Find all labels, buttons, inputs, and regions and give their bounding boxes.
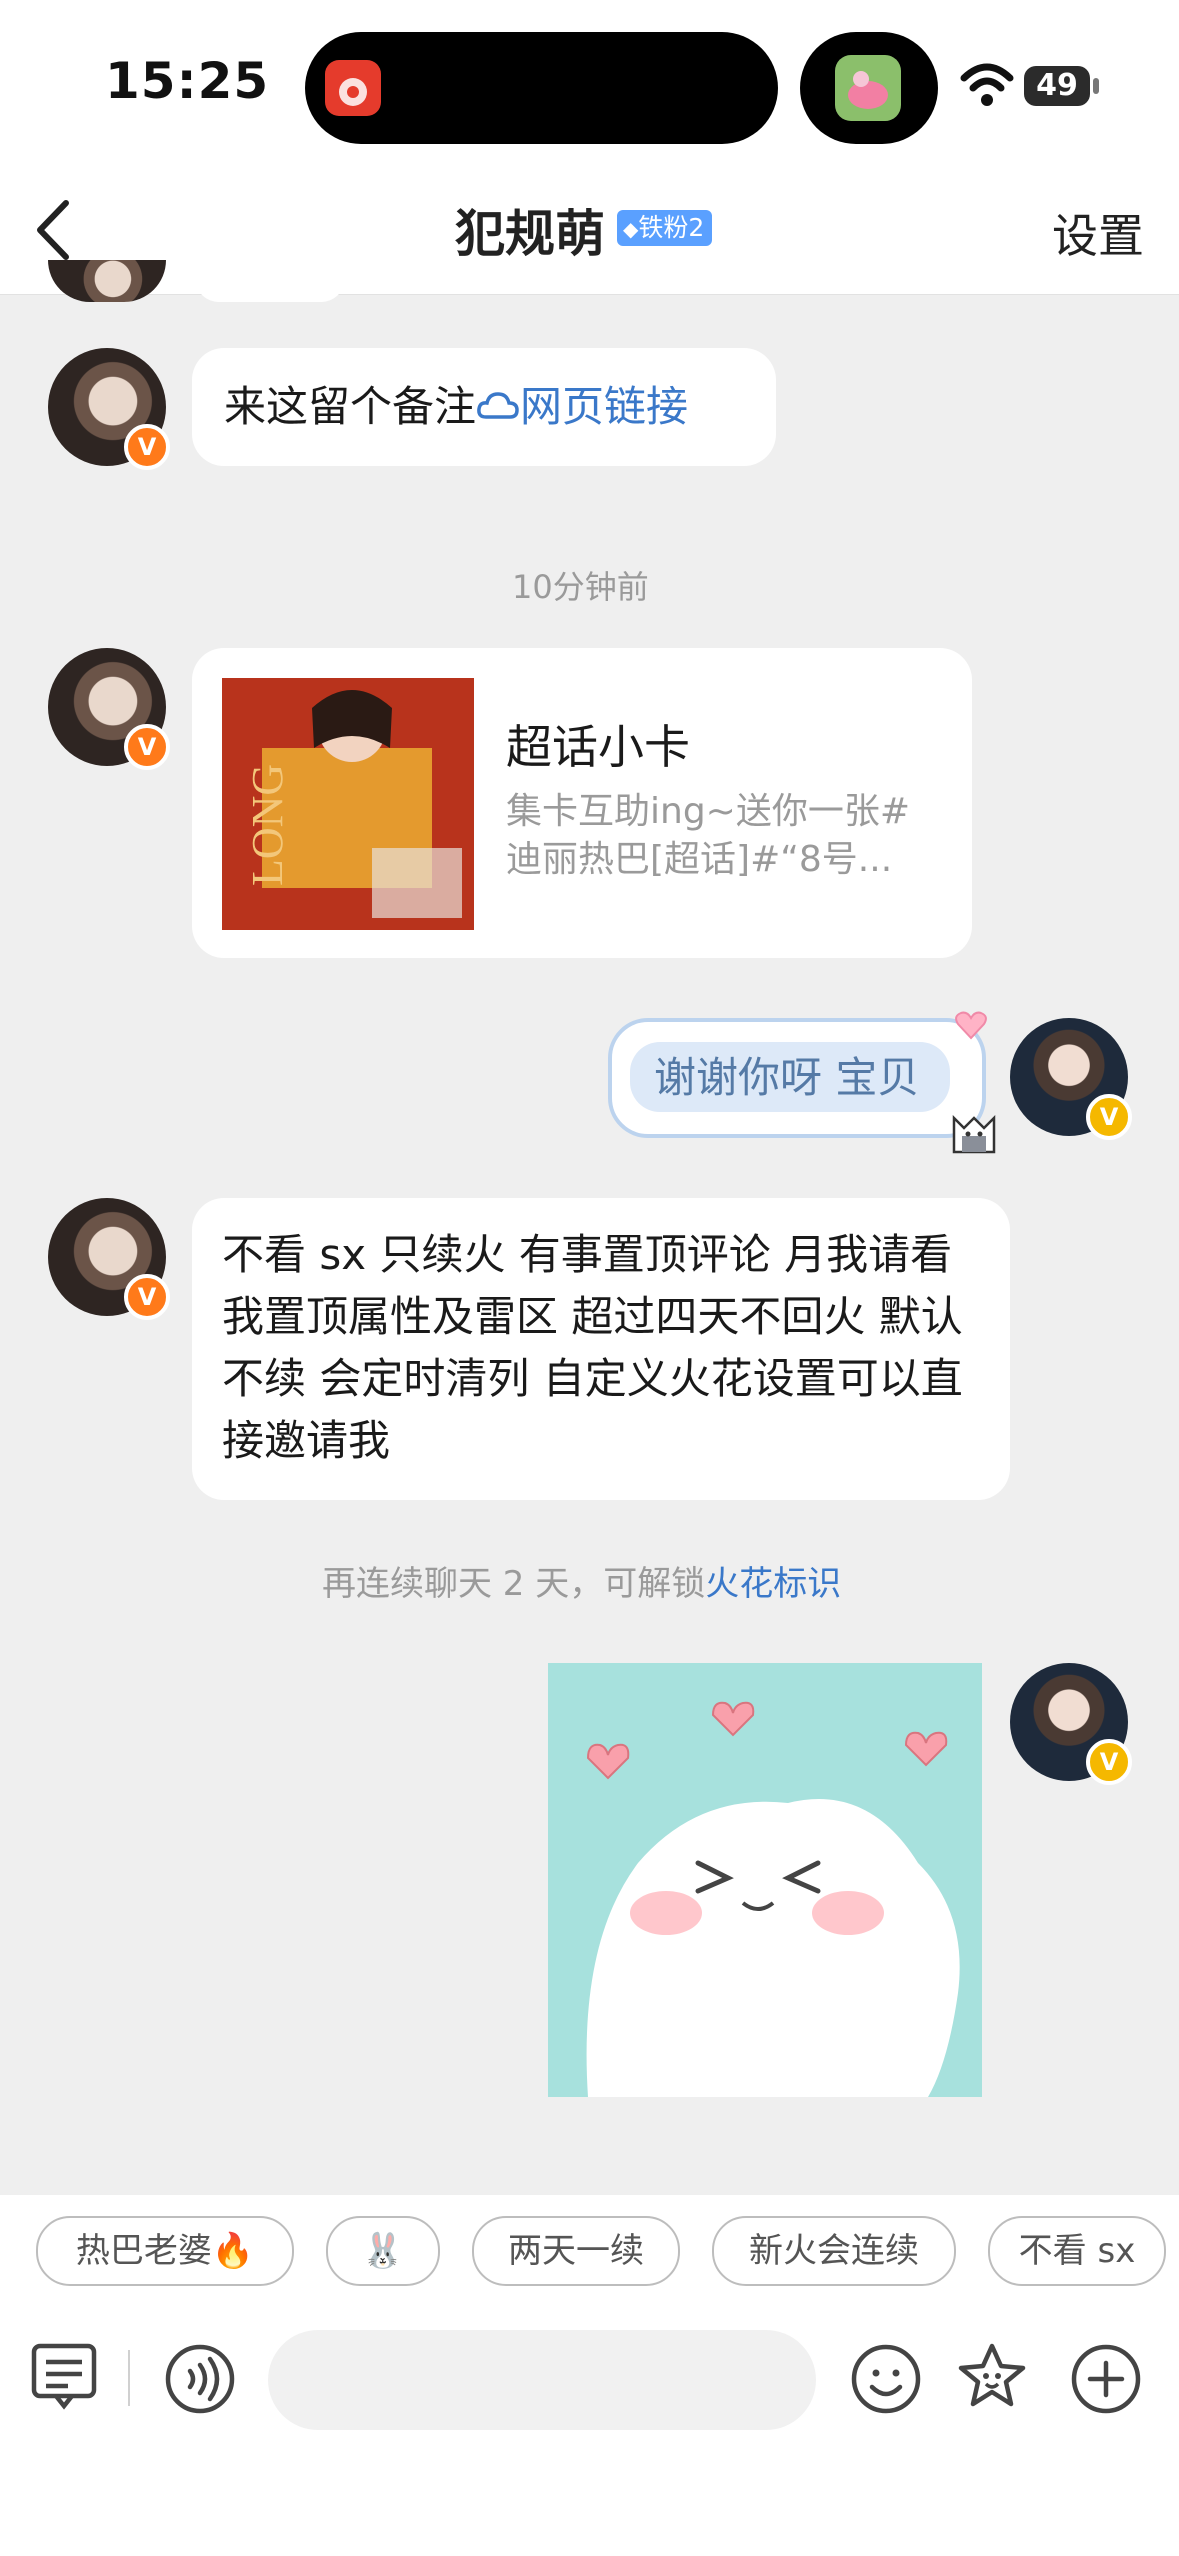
my-message-bubble[interactable]: 谢谢你呀 宝贝 (608, 1018, 986, 1138)
chevron-left-icon[interactable] (30, 195, 80, 265)
app-icon (325, 60, 381, 116)
cloud-link-icon (476, 382, 520, 431)
message-text: 来这留个备注 (224, 382, 477, 431)
card-description: 集卡互助ing~送你一张#迪丽热巴[超话]#“8号... (506, 791, 910, 880)
my-message-text: 谢谢你呀 宝贝 (654, 1053, 920, 1102)
quick-reply-chip[interactable]: 🐰 (326, 2216, 440, 2286)
app-icon-2 (835, 55, 901, 121)
verified-badge: V (1086, 1094, 1132, 1140)
quick-reply-chip[interactable]: 不看 sx (988, 2216, 1166, 2286)
sticker-icon[interactable] (956, 2340, 1028, 2412)
timestamp: 10分钟前 (512, 568, 649, 606)
verified-badge: V (124, 424, 170, 470)
divider (128, 2350, 130, 2406)
avatar[interactable] (48, 260, 166, 302)
wifi-icon (960, 60, 1014, 110)
status-time: 15:25 (105, 52, 270, 110)
svg-text:LONG: LONG (243, 764, 292, 886)
spark-notice: 再连续聊天 2 天，可解锁火花标识 (322, 1556, 841, 1605)
partial-message-bubble (195, 270, 345, 302)
web-link[interactable]: 网页链接 (520, 382, 688, 431)
message-bubble[interactable]: 不看 sx 只续火 有事置顶评论 月我请看我置顶属性及雷区 超过四天不回火 默认… (192, 1198, 1010, 1500)
page-title: 犯规萌 (455, 205, 605, 263)
diamond-icon: ◆ (623, 217, 639, 241)
plus-icon[interactable] (1070, 2343, 1142, 2415)
message-text: 不看 sx 只续火 有事置顶评论 月我请看我置顶属性及雷区 超过四天不回火 默认… (222, 1230, 963, 1465)
quick-reply-chip[interactable]: 两天一续 (472, 2216, 680, 2286)
list-icon[interactable] (28, 2340, 100, 2412)
quick-reply-chip[interactable]: 热巴老婆🔥 (36, 2216, 294, 2286)
card-image: LONG (222, 678, 474, 930)
fan-level-label: 铁粉2 (638, 213, 705, 242)
verified-badge: V (1086, 1739, 1132, 1785)
quick-reply-chip[interactable]: 新火会连续 (712, 2216, 956, 2286)
spark-link[interactable]: 火花标识 (705, 1564, 841, 1604)
fan-level-badge: ◆铁粉2 (617, 210, 713, 246)
heart-icon (955, 1010, 987, 1044)
emoji-icon[interactable] (850, 2343, 922, 2415)
message-bubble[interactable]: 来这留个备注 网页链接 (192, 348, 776, 466)
spark-notice-text: 再连续聊天 2 天，可解锁 (322, 1564, 706, 1604)
card-message[interactable]: LONG 超话小卡 集卡互助ing~送你一张#迪丽热巴[超话]#“8号... (192, 648, 972, 958)
message-input[interactable] (268, 2330, 816, 2430)
settings-button[interactable]: 设置 (1052, 200, 1144, 266)
voice-icon[interactable] (164, 2343, 236, 2415)
verified-badge: V (124, 724, 170, 770)
battery-tip (1093, 78, 1099, 94)
verified-badge: V (124, 1274, 170, 1320)
husky-icon (948, 1108, 1000, 1158)
battery-icon: 49 (1024, 66, 1090, 106)
card-title: 超话小卡 (506, 720, 690, 774)
sticker-image[interactable] (548, 1663, 982, 2097)
